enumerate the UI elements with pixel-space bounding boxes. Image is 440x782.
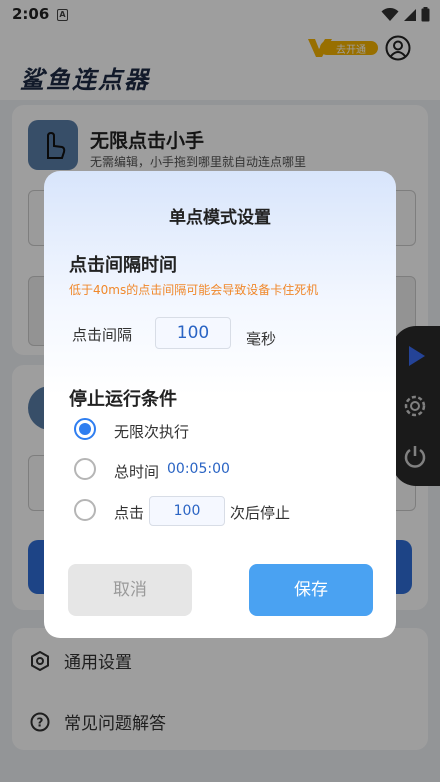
- option-click-label: 点击: [114, 504, 145, 522]
- interval-warning: 低于40ms的点击间隔可能会导致设备卡住死机: [69, 283, 319, 297]
- save-button[interactable]: 保存: [249, 564, 373, 616]
- radio-total-time[interactable]: [74, 458, 96, 480]
- dialog-title: 单点模式设置: [169, 208, 271, 228]
- option-infinite-label: 无限次执行: [114, 423, 190, 441]
- interval-label: 点击间隔: [72, 326, 133, 344]
- option-total-time-label: 总时间: [114, 463, 160, 481]
- click-count-input[interactable]: 100: [149, 496, 225, 526]
- interval-section-title: 点击间隔时间: [69, 255, 177, 276]
- radio-infinite[interactable]: [74, 418, 96, 440]
- interval-input[interactable]: 100: [155, 317, 231, 349]
- single-point-settings-dialog: 单点模式设置 点击间隔时间 低于40ms的点击间隔可能会导致设备卡住死机 点击间…: [44, 171, 396, 638]
- option-click-suffix: 次后停止: [230, 504, 291, 522]
- stop-section-title: 停止运行条件: [69, 389, 177, 410]
- radio-click-count[interactable]: [74, 499, 96, 521]
- cancel-button[interactable]: 取消: [68, 564, 192, 616]
- interval-unit: 毫秒: [246, 330, 277, 348]
- total-time-value[interactable]: 00:05:00: [167, 461, 230, 477]
